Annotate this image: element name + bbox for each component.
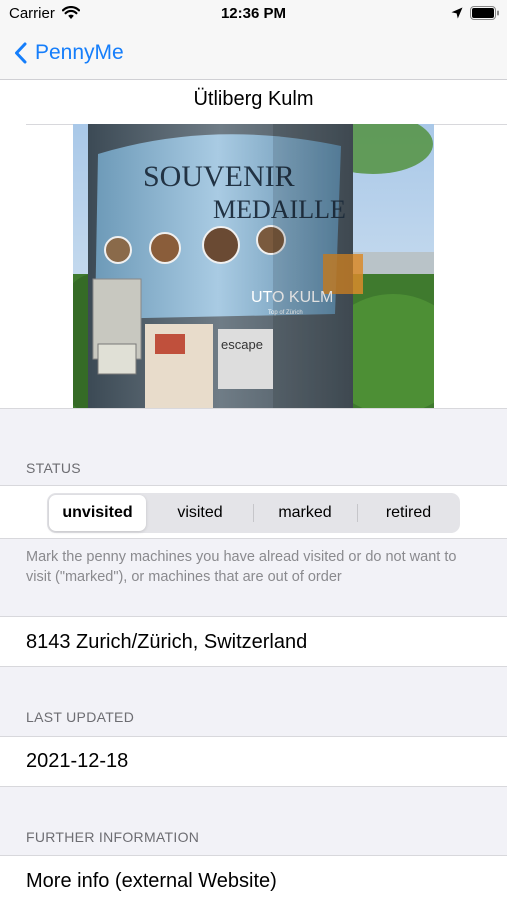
last-updated-header: LAST UPDATED	[26, 709, 135, 725]
address-bottom-border	[0, 666, 507, 667]
machine-title: Ütliberg Kulm	[193, 88, 314, 110]
back-button-label: PennyMe	[35, 41, 124, 64]
clock: 12:36 PM	[220, 5, 287, 22]
last-updated-cell: 2021-12-18	[0, 737, 507, 786]
segment-divider	[357, 504, 358, 522]
segment-visited[interactable]: visited	[150, 495, 250, 531]
status-footer-text: Mark the penny machines you have alread …	[26, 549, 457, 585]
last-updated-bottom-border	[0, 786, 507, 787]
battery-icon	[470, 6, 499, 20]
further-info-header: FURTHER INFORMATION	[26, 829, 200, 845]
further-info-cell[interactable]: More info (external Website)	[0, 856, 507, 900]
status-bottom-border	[0, 538, 507, 539]
last-updated-value: 2021-12-18	[26, 750, 129, 772]
header-card: Ütliberg Kulm SOUVENIR MEDAILLE UTO KULM…	[0, 80, 507, 408]
detail-content[interactable]: Ütliberg Kulm SOUVENIR MEDAILLE UTO KULM…	[0, 80, 507, 900]
address-text: 8143 Zurich/Zürich, Switzerland	[26, 631, 308, 653]
segment-retired[interactable]: retired	[359, 495, 458, 531]
machine-photo: SOUVENIR MEDAILLE UTO KULM Top of Zürich…	[73, 124, 434, 408]
header-card-bottom-border	[0, 408, 507, 409]
external-website-link[interactable]: More info (external Website)	[26, 870, 277, 893]
location-arrow-icon	[451, 7, 463, 19]
segment-divider	[253, 504, 254, 522]
back-button[interactable]: PennyMe	[14, 38, 124, 68]
status-bar: Carrier 12:36 PM	[0, 0, 507, 28]
status-segmented-control[interactable]: unvisited visited marked retired	[47, 493, 460, 533]
navigation-bar: PennyMe	[0, 28, 507, 80]
segment-unvisited[interactable]: unvisited	[49, 495, 146, 531]
segment-marked[interactable]: marked	[255, 495, 355, 531]
sticker-text: escape	[221, 337, 263, 352]
status-section-header: STATUS	[26, 460, 81, 476]
sign-line1: SOUVENIR	[143, 160, 295, 193]
chevron-left-icon	[15, 42, 27, 64]
address-cell: 8143 Zurich/Zürich, Switzerland	[0, 617, 507, 666]
